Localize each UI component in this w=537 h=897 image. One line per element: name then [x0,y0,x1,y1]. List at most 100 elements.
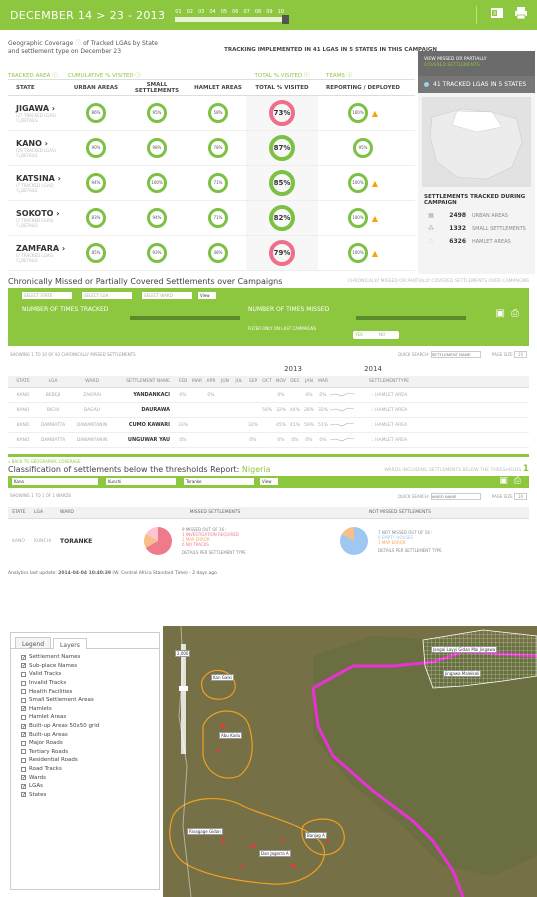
state-row[interactable]: JIGAWA › (27 TRACKED LGAS) 🔍︎DETAILS 86% 95%… [8,96,415,131]
details-link[interactable]: 🔍︎DETAILS [16,258,68,263]
info-icon[interactable]: ⓘ [75,40,81,47]
table-row[interactable]: KANO BICHI BAGAU DAURAWA 56% 32% 44% 28% 32% ∴ HA… [8,403,529,418]
column-header[interactable]: MAR [190,379,204,384]
state-row[interactable]: KATSINA › (7 TRACKED LGAS) 🔍︎DETAILS 94% 100… [8,166,415,201]
layer-checkbox[interactable]: ✓ [21,723,26,729]
details-link[interactable]: 🔍︎DETAILS [16,153,68,158]
excel-export-icon[interactable]: ▣ [499,476,508,486]
layer-item[interactable]: ✓ Settlement Names [11,653,159,662]
state-name[interactable]: KANO › [16,139,68,148]
column-header[interactable]: SETTLEMENT NAME [116,379,176,384]
page-size-select[interactable]: 10 [513,493,527,500]
details-link[interactable]: 🔍︎DETAILS [16,188,68,193]
day-label[interactable]: 05 [221,9,227,15]
day-selector[interactable]: 01 02 03 04 05 06 07 08 09 10 [175,9,290,24]
column-header[interactable]: WARD [60,510,120,515]
state-row[interactable]: KANO › (29 TRACKED LGAS) 🔍︎DETAILS 90% 98% 78… [8,131,415,166]
filter-ward-select[interactable]: Toranke [184,478,254,485]
layer-item[interactable]: Road Tracks [11,765,159,774]
view-button[interactable]: View [260,478,278,485]
table-row[interactable]: KANO DAMBATTA DAWANTANIN UNGUWAR YAU 0% 0% 0% 0… [8,433,529,448]
print-icon[interactable]: ⎙ [514,476,521,486]
column-header[interactable]: FEB [176,379,190,384]
page-size-select[interactable]: 10 [513,350,527,358]
day-label[interactable]: 04 [209,9,215,15]
ward-search-input[interactable] [430,493,481,500]
times-tracked-slider[interactable] [130,316,240,320]
table-row[interactable]: KANO KUNCHI TORANKE 9 MISSED OUT OF 16 :… [8,519,529,563]
state-row[interactable]: ZAMFARA › (7 TRACKED LGAS) 🔍︎DETAILS 85% 93%… [8,236,415,271]
column-header[interactable]: SEP [246,379,260,384]
column-header[interactable]: APR [204,379,218,384]
layer-checkbox[interactable]: ✓ [21,783,26,789]
layer-checkbox[interactable]: ✓ [21,663,26,669]
table-row[interactable]: KANO BEBEJI ZAKIRAI YANDANKACI 0% 0% 0% 0% 0% ∴ H… [8,388,529,403]
layer-item[interactable]: ✓ States [11,791,159,800]
layer-item[interactable]: Valid Tracks [11,670,159,679]
map-label[interactable]: Abu Kadu [219,732,243,739]
column-header[interactable]: WARD [68,379,116,384]
tab-legend[interactable]: Legend [15,637,52,648]
details-link[interactable]: 🔍︎DETAILS [16,118,68,123]
layer-item[interactable]: Residential Roads [11,756,159,765]
layer-checkbox[interactable]: ✓ [21,706,26,712]
column-header[interactable]: LGA [38,379,68,384]
layer-checkbox[interactable]: ✓ [21,732,26,738]
layer-item[interactable]: ✓ LGAs [11,782,159,791]
column-header[interactable]: DEC [288,379,302,384]
print-icon[interactable] [513,6,529,22]
layer-item[interactable]: Health Facilities [11,687,159,696]
layer-checkbox[interactable] [21,740,26,746]
map-label[interactable]: Dan Jagerra A [259,850,291,857]
day-slider[interactable] [175,14,290,24]
column-header[interactable]: OCT [260,379,274,384]
select-ward[interactable]: SELECT WARD [142,292,192,299]
view-button[interactable]: View [198,292,216,299]
state-name[interactable]: ZAMFARA › [16,244,68,253]
layer-checkbox[interactable] [21,757,26,763]
not-missed-pie-chart[interactable] [340,527,368,555]
layer-checkbox[interactable] [21,697,26,703]
select-lga[interactable]: SELECT LGA [82,292,132,299]
satellite-map[interactable]: 2,000 Kan Gaiki Jangai Layyi Gidan Mai J… [163,626,537,897]
print-icon[interactable]: ⎙ [511,308,519,319]
layer-item[interactable]: ✓ Built-up Areas [11,730,159,739]
column-header[interactable]: SETTLEMENTTYPE [360,379,418,384]
layer-item[interactable]: ✓ Sub-place Names [11,662,159,671]
layer-item[interactable]: Invalid Tracks [11,679,159,688]
back-link[interactable]: « BACK TO GEOGRAPHIC COVERAGE [0,457,537,464]
map-label[interactable]: Kan Gaiki [211,674,234,681]
layer-checkbox[interactable] [21,749,26,755]
day-label[interactable]: 06 [232,9,238,15]
day-label[interactable]: 03 [198,9,204,15]
day-label[interactable]: 01 [175,9,181,15]
day-label[interactable]: 02 [187,9,193,15]
layer-checkbox[interactable] [21,689,26,695]
layer-checkbox[interactable] [21,680,26,686]
tab-layers[interactable]: Layers [53,638,87,649]
details-link[interactable]: 🔍︎DETAILS [16,223,68,228]
layer-item[interactable]: ✓ Hamlets [11,705,159,714]
layer-checkbox[interactable]: ✓ [21,654,26,660]
missed-pie-chart[interactable] [144,527,172,555]
filter-lga-select[interactable]: Kunchi [106,478,176,485]
map-label[interactable]: Jingawa Maleikali [443,670,482,677]
layer-item[interactable]: Small Settlement Areas [11,696,159,705]
layer-item[interactable]: Tertiary Roads [11,748,159,757]
column-header[interactable]: JUL [232,379,246,384]
select-state[interactable]: SELECT STATE [22,292,72,299]
nigeria-mini-map[interactable] [422,97,531,187]
missed-details-link[interactable]: DETAILS PER SETTLEMENT TYPE [182,550,246,555]
map-label[interactable]: Jangai Layyi Gidan Mai Jingawa [431,646,498,653]
day-label[interactable]: 08 [255,9,261,15]
layer-item[interactable]: ✓ Built-up Areas 50x50 grid [11,722,159,731]
column-header[interactable]: JUN [218,379,232,384]
state-name[interactable]: JIGAWA › [16,104,68,113]
layer-checkbox[interactable]: ✓ [21,775,26,781]
times-missed-slider[interactable] [356,316,466,320]
layer-checkbox[interactable] [21,671,26,677]
view-missed-link[interactable]: VIEW MISSED OR PARTIALLY COVERED SETTLEM… [418,51,535,76]
map-label[interactable]: Rivagage Gidan [187,828,223,835]
layer-item[interactable]: Hamlet Areas [11,713,159,722]
layer-checkbox[interactable] [21,766,26,772]
